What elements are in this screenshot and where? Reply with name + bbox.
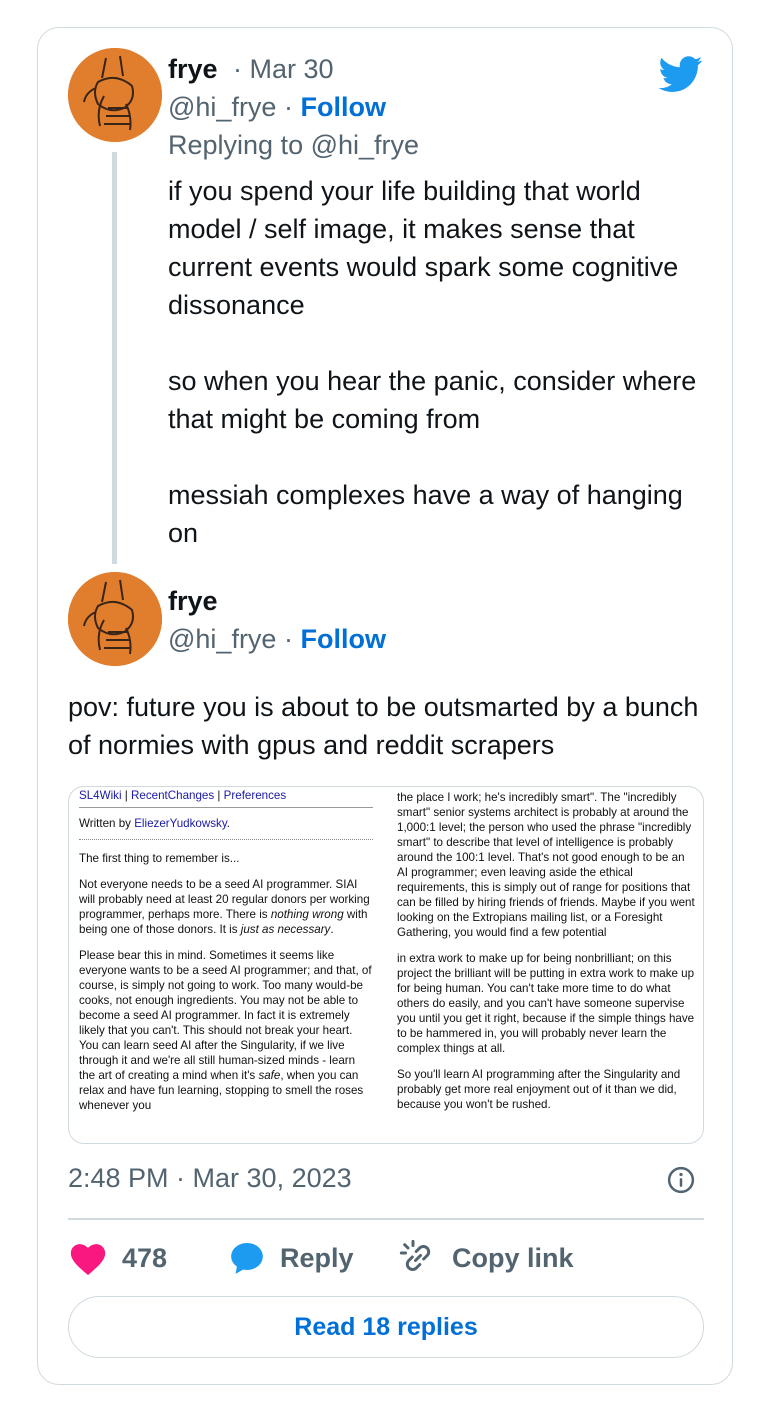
author-name[interactable]: frye <box>168 586 218 617</box>
twitter-logo-icon[interactable] <box>657 52 705 96</box>
text-run-italic: nothing wrong <box>270 908 344 921</box>
tweet-text: if you spend your life building that wor… <box>168 172 708 590</box>
text-run-italic: just as necessary <box>240 923 331 936</box>
text-run: Please bear this in mind. Sometimes it s… <box>79 949 372 1082</box>
like-button[interactable]: 478 <box>68 1232 167 1284</box>
author-handle-row: @hi_frye · Follow <box>168 92 386 123</box>
image-paragraph: So you'll learn AI programming after the… <box>397 1068 681 1111</box>
avatar-illustration <box>68 48 162 142</box>
read-replies-button[interactable]: Read 18 replies <box>68 1296 704 1358</box>
tweet-timestamp[interactable]: 2:48 PM · Mar 30, 2023 <box>68 1163 352 1194</box>
replying-to[interactable]: Replying to @hi_frye <box>168 130 419 161</box>
link-icon <box>399 1239 431 1272</box>
image-paragraph: The first thing to remember is... <box>79 852 240 865</box>
reply-label: Reply <box>280 1242 354 1273</box>
heart-icon <box>70 1244 106 1276</box>
copy-link-label: Copy link <box>452 1242 574 1273</box>
written-by-prefix: Written by <box>79 817 135 830</box>
avatar[interactable] <box>68 48 162 142</box>
author-handle-row: @hi_frye · Follow <box>168 624 386 655</box>
wiki-nav-link: Preferences <box>223 789 287 802</box>
author-handle[interactable]: @hi_frye · <box>168 624 293 654</box>
follow-button[interactable]: Follow <box>300 92 385 122</box>
reply-button[interactable]: Reply <box>228 1232 354 1284</box>
tweet-image[interactable]: SL4Wiki | RecentChanges | Preferences Wr… <box>68 786 704 1144</box>
tweet-paragraph: messiah complexes have a way of hanging … <box>168 480 683 548</box>
copy-link-button[interactable]: Copy link <box>398 1232 574 1284</box>
text-run: . <box>330 923 334 936</box>
wiki-nav-link: SL4Wiki <box>79 789 122 802</box>
nav-separator: | <box>124 789 128 802</box>
written-by-suffix: . <box>226 817 231 830</box>
author-handle[interactable]: @hi_frye · <box>168 92 293 122</box>
text-run-italic: safe <box>258 1069 281 1082</box>
image-left-column: SL4Wiki | RecentChanges | Preferences Wr… <box>79 787 373 1124</box>
tweet-text: pov: future you is about to be outsmarte… <box>68 692 699 760</box>
tweet-date[interactable]: · Mar 30 <box>233 54 334 85</box>
author-name[interactable]: frye <box>168 54 218 85</box>
tweet-paragraph: so when you hear the panic, consider whe… <box>168 366 697 434</box>
avatar[interactable] <box>68 572 162 666</box>
like-count: 478 <box>122 1242 168 1273</box>
wiki-nav: SL4Wiki | RecentChanges | Preferences <box>79 788 373 808</box>
written-by: Written by EliezerYudkowsky. <box>79 816 373 840</box>
action-bar: 478 Reply Copy link <box>68 1232 704 1284</box>
image-paragraph: the place I work; he's incredibly smart"… <box>397 791 695 939</box>
image-paragraph: Not everyone needs to be a seed AI progr… <box>79 877 373 937</box>
tweet-paragraph: if you spend your life building that wor… <box>168 176 679 320</box>
reply-bubble-icon <box>231 1242 263 1274</box>
thread-connector <box>112 152 117 564</box>
info-icon[interactable] <box>666 1165 696 1195</box>
divider <box>68 1218 704 1220</box>
wiki-nav-link: RecentChanges <box>131 789 215 802</box>
author-link: EliezerYudkowsky <box>134 817 227 830</box>
image-paragraph: in extra work to make up for being nonbr… <box>397 952 695 1055</box>
follow-button[interactable]: Follow <box>300 624 385 654</box>
image-paragraph: Please bear this in mind. Sometimes it s… <box>79 948 373 1113</box>
avatar-illustration <box>68 572 162 666</box>
nav-separator: | <box>217 789 221 802</box>
image-right-column: . . the place I work; he's incredibly sm… <box>397 787 697 1123</box>
